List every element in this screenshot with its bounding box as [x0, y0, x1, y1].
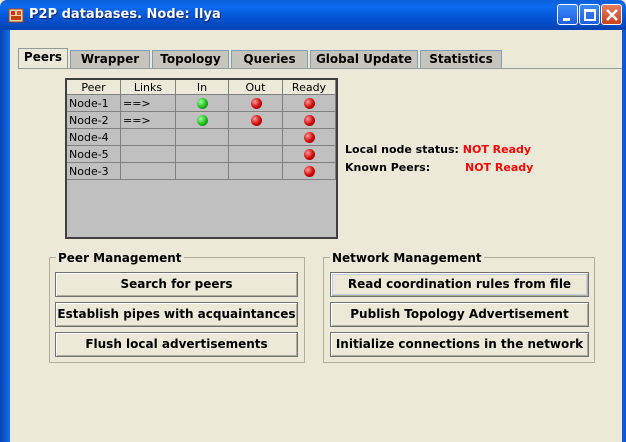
- links-cell: [121, 129, 176, 146]
- window-border-right: [622, 30, 626, 442]
- local-node-status: Local node status: NOT Ready: [345, 143, 531, 156]
- ready-cell: [283, 129, 336, 146]
- out-cell: [229, 163, 283, 180]
- publish-topology-button[interactable]: Publish Topology Advertisement: [330, 302, 589, 327]
- local-status-label: Local node status:: [345, 143, 459, 156]
- window-border-left: [0, 30, 10, 442]
- red-status-dot-icon: [304, 149, 315, 160]
- ready-cell: [283, 163, 336, 180]
- column-header-in[interactable]: In: [176, 80, 229, 95]
- minimize-button[interactable]: [557, 4, 578, 25]
- close-button[interactable]: [601, 4, 622, 25]
- app-window: P2P databases. Node: Ilya Peers Wrapper …: [0, 0, 626, 442]
- table-row[interactable]: Node-3: [67, 163, 336, 180]
- red-status-dot-icon: [304, 132, 315, 143]
- peer-name-cell: Node-4: [67, 129, 121, 146]
- initialize-connections-button[interactable]: Initialize connections in the network: [330, 332, 589, 357]
- links-cell: [121, 146, 176, 163]
- links-cell: ==>: [121, 112, 176, 129]
- out-cell: [229, 146, 283, 163]
- out-cell: [229, 95, 283, 112]
- title-bar[interactable]: P2P databases. Node: Ilya: [0, 0, 626, 30]
- green-status-dot-icon: [197, 98, 208, 109]
- green-status-dot-icon: [197, 115, 208, 126]
- red-status-dot-icon: [304, 166, 315, 177]
- tab-peers[interactable]: Peers: [18, 48, 68, 69]
- peer-table[interactable]: Peer Links In Out Ready Node-1 ==> Node-2 =…: [65, 78, 338, 239]
- out-cell: [229, 112, 283, 129]
- in-cell: [176, 163, 229, 180]
- red-status-dot-icon: [250, 98, 262, 109]
- links-cell: ==>: [121, 95, 176, 112]
- known-peers-value: NOT Ready: [465, 161, 534, 174]
- peer-name-cell: Node-5: [67, 146, 121, 163]
- column-header-peer[interactable]: Peer: [67, 80, 121, 95]
- ready-cell: [283, 112, 336, 129]
- known-peers-status: Known Peers: NOT Ready: [345, 161, 533, 174]
- table-header: Peer Links In Out Ready: [67, 80, 336, 95]
- column-header-ready[interactable]: Ready: [283, 80, 336, 95]
- minimize-icon: [563, 18, 570, 21]
- ready-cell: [283, 95, 336, 112]
- column-header-out[interactable]: Out: [229, 80, 283, 95]
- red-status-dot-icon: [304, 98, 315, 109]
- in-cell: [176, 146, 229, 163]
- tab-topology[interactable]: Topology: [152, 50, 229, 68]
- window-title: P2P databases. Node: Ilya: [29, 7, 221, 22]
- table-row[interactable]: Node-2 ==>: [67, 112, 336, 129]
- column-header-links[interactable]: Links: [121, 80, 176, 95]
- close-icon: [606, 9, 618, 21]
- network-management-title: Network Management: [330, 251, 484, 265]
- search-peers-button[interactable]: Search for peers: [55, 272, 298, 297]
- table-row[interactable]: Node-1 ==>: [67, 95, 336, 112]
- peer-name-cell: Node-2: [67, 112, 121, 129]
- maximize-icon: [584, 9, 596, 21]
- tab-wrapper[interactable]: Wrapper: [70, 50, 150, 68]
- tab-global-update[interactable]: Global Update: [310, 50, 418, 68]
- tab-panel-border: [18, 68, 622, 69]
- maximize-button[interactable]: [579, 4, 600, 25]
- links-cell: [121, 163, 176, 180]
- table-row[interactable]: Node-4: [67, 129, 336, 146]
- app-icon: [8, 8, 24, 23]
- flush-advertisements-button[interactable]: Flush local advertisements: [55, 332, 298, 357]
- ready-cell: [283, 146, 336, 163]
- known-peers-label: Known Peers:: [345, 161, 431, 174]
- red-status-dot-icon: [304, 115, 315, 126]
- tab-queries[interactable]: Queries: [231, 50, 308, 68]
- in-cell: [176, 129, 229, 146]
- local-status-value: NOT Ready: [462, 143, 532, 156]
- peer-name-cell: Node-1: [67, 95, 121, 112]
- read-coordination-rules-button[interactable]: Read coordination rules from file: [330, 272, 589, 297]
- peer-name-cell: Node-3: [67, 163, 121, 180]
- peer-management-title: Peer Management: [56, 251, 184, 265]
- in-cell: [176, 112, 229, 129]
- table-row[interactable]: Node-5: [67, 146, 336, 163]
- out-cell: [229, 129, 283, 146]
- establish-pipes-button[interactable]: Establish pipes with acquaintances: [55, 302, 298, 327]
- tab-statistics[interactable]: Statistics: [420, 50, 502, 68]
- in-cell: [176, 95, 229, 112]
- red-status-dot-icon: [250, 115, 262, 126]
